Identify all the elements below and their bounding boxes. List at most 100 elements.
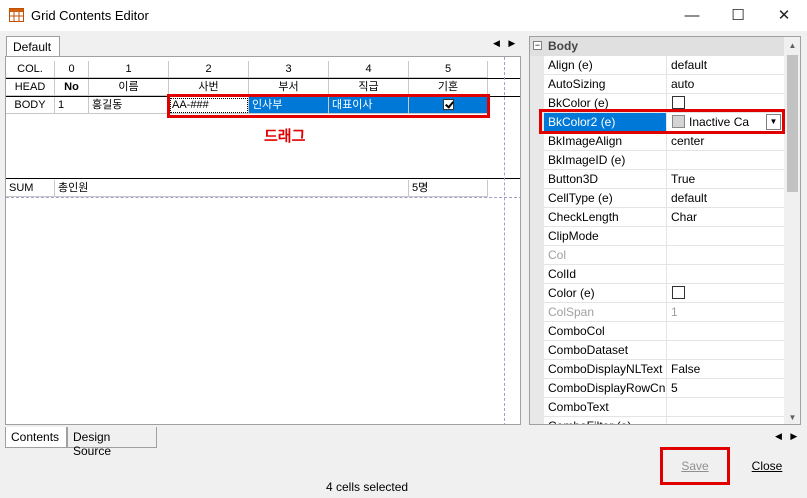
property-row[interactable]: ComboCol xyxy=(544,322,784,341)
grid-row-label-head: HEAD xyxy=(6,79,55,96)
property-name: AutoSizing xyxy=(544,75,667,94)
title-bar: Grid Contents Editor — ☐ ✕ xyxy=(0,0,807,31)
minimize-button[interactable]: — xyxy=(669,0,715,31)
selection-highlight-box xyxy=(167,94,490,118)
property-value[interactable]: 1 xyxy=(668,303,784,322)
property-value[interactable]: False xyxy=(668,360,784,379)
property-value[interactable]: Char xyxy=(668,208,784,227)
property-value[interactable] xyxy=(668,322,784,341)
grid-divider xyxy=(6,178,520,179)
grid-body-cell[interactable]: 1 xyxy=(55,97,89,114)
property-name: BkImageID (e) xyxy=(544,151,667,170)
property-row[interactable]: Col xyxy=(544,246,784,265)
property-value[interactable]: 5 xyxy=(668,379,784,398)
property-value[interactable]: True xyxy=(668,170,784,189)
property-value[interactable]: auto xyxy=(668,75,784,94)
property-row[interactable]: ClipMode xyxy=(544,227,784,246)
property-name: CellType (e) xyxy=(544,189,667,208)
collapse-icon[interactable]: − xyxy=(533,41,542,50)
property-value[interactable]: center xyxy=(668,132,784,151)
property-row[interactable]: Align (e) default xyxy=(544,56,784,75)
scroll-thumb[interactable] xyxy=(787,55,798,192)
property-name: ComboFilter (e) xyxy=(544,417,667,424)
property-name: Col xyxy=(544,246,667,265)
maximize-button[interactable]: ☐ xyxy=(715,0,761,31)
grid-row-label-sum: SUM xyxy=(6,180,55,197)
grid-head-cell[interactable]: No xyxy=(55,79,89,96)
property-name: CheckLength xyxy=(544,208,667,227)
grid-app-icon xyxy=(9,8,24,22)
property-value[interactable]: default xyxy=(668,189,784,208)
property-value[interactable] xyxy=(668,284,784,303)
drag-annotation: 드래그 xyxy=(264,128,306,145)
grid-col-index[interactable]: 2 xyxy=(169,61,249,78)
close-button[interactable]: Close xyxy=(740,451,794,481)
property-value[interactable] xyxy=(668,246,784,265)
property-scrollbar[interactable]: ▲ ▼ xyxy=(784,37,800,424)
property-value[interactable] xyxy=(668,398,784,417)
property-name: ComboDisplayNLText xyxy=(544,360,667,379)
property-row[interactable]: ColId xyxy=(544,265,784,284)
grid-row-label-body: BODY xyxy=(6,97,55,114)
grid-sum-cell[interactable]: 총인원 xyxy=(55,180,409,197)
grid-col-index[interactable]: 1 xyxy=(89,61,169,78)
property-row[interactable]: Color (e) xyxy=(544,284,784,303)
property-row[interactable]: ComboDataset xyxy=(544,341,784,360)
color-swatch-icon[interactable] xyxy=(672,286,685,300)
property-name: Color (e) xyxy=(544,284,667,303)
grid-row-label-col: COL. xyxy=(6,61,55,78)
bottom-tab-strip: Contents Design Source xyxy=(5,427,525,458)
grid-head-cell[interactable]: 이름 xyxy=(89,79,169,96)
property-value[interactable] xyxy=(668,341,784,360)
tab-contents[interactable]: Contents xyxy=(5,427,67,448)
property-name: BkImageAlign xyxy=(544,132,667,151)
scroll-up-icon[interactable]: ▲ xyxy=(784,37,800,54)
property-row[interactable]: ComboFilter (e) xyxy=(544,417,784,424)
save-highlight-box xyxy=(660,447,730,485)
grid-sum-cell[interactable]: 5명 xyxy=(409,180,488,197)
property-value[interactable]: default xyxy=(668,56,784,75)
category-label: Body xyxy=(548,39,578,53)
grid-body-cell[interactable]: 홍길동 xyxy=(89,97,169,114)
tab-scroll-arrows[interactable]: ◀ ▶ xyxy=(493,38,518,49)
property-name: ComboCol xyxy=(544,322,667,341)
property-name: Align (e) xyxy=(544,56,667,75)
property-name: ComboText xyxy=(544,398,667,417)
property-row[interactable]: CheckLength Char xyxy=(544,208,784,227)
bottom-tab-scroll-arrows[interactable]: ◀ ▶ xyxy=(775,431,800,442)
tab-design-source[interactable]: Design Source xyxy=(67,427,157,458)
property-value[interactable] xyxy=(668,151,784,170)
grid-col-index[interactable]: 5 xyxy=(409,61,488,78)
property-value[interactable] xyxy=(668,265,784,284)
property-row[interactable]: ColSpan 1 xyxy=(544,303,784,322)
property-row[interactable]: BkImageID (e) xyxy=(544,151,784,170)
property-row[interactable]: AutoSizing auto xyxy=(544,75,784,94)
property-row[interactable]: Button3D True xyxy=(544,170,784,189)
property-row[interactable]: ComboDisplayNLText False xyxy=(544,360,784,379)
close-window-button[interactable]: ✕ xyxy=(761,0,807,31)
property-value[interactable] xyxy=(668,417,784,424)
window-title: Grid Contents Editor xyxy=(31,8,149,23)
property-grid[interactable]: − Body Align (e) default AutoSizing auto BkC… xyxy=(529,36,801,425)
property-row[interactable]: ComboDisplayRowCn 5 xyxy=(544,379,784,398)
scroll-down-icon[interactable]: ▼ xyxy=(784,409,800,424)
grid-col-index[interactable]: 4 xyxy=(329,61,409,78)
grid-bound-line xyxy=(6,197,520,198)
property-category-body[interactable]: − Body xyxy=(530,37,784,56)
property-margin xyxy=(530,37,544,424)
property-row[interactable]: ComboText xyxy=(544,398,784,417)
property-highlight-box xyxy=(539,109,785,134)
grid-col-index[interactable]: 0 xyxy=(55,61,89,78)
top-tab-strip: Default ◀ ▶ xyxy=(4,34,524,57)
property-value[interactable] xyxy=(668,227,784,246)
property-name: Button3D xyxy=(544,170,667,189)
grid-col-index[interactable]: 3 xyxy=(249,61,329,78)
grid-bound-line xyxy=(504,57,505,424)
tab-default[interactable]: Default xyxy=(6,36,60,57)
property-name: ColId xyxy=(544,265,667,284)
color-swatch-icon[interactable] xyxy=(672,96,685,110)
property-row[interactable]: CellType (e) default xyxy=(544,189,784,208)
property-row[interactable]: BkImageAlign center xyxy=(544,132,784,151)
property-name: ColSpan xyxy=(544,303,667,322)
status-text: 4 cells selected xyxy=(326,480,409,494)
